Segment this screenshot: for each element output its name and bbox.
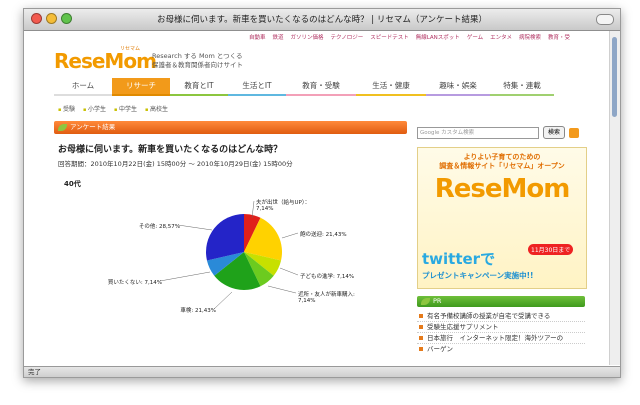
pr-link[interactable]: バーゲン: [417, 344, 585, 354]
search-input[interactable]: Google カスタム検索: [417, 126, 539, 139]
vertical-scrollbar[interactable]: [609, 31, 620, 365]
pr-link[interactable]: 有名予備校講師の授業が自宅で受講できる: [417, 311, 585, 322]
top-nav-item[interactable]: テクノロジー: [331, 33, 364, 41]
top-nav-item[interactable]: 鉄道: [273, 33, 284, 41]
logo-ruby: リセマム: [120, 46, 141, 52]
rss-icon[interactable]: [569, 127, 580, 138]
sub-nav-item[interactable]: 小学生: [83, 104, 106, 113]
nav-tab-home[interactable]: ホーム: [54, 78, 112, 96]
main-nav: ホーム リサーチ 教育とIT 生活とIT 教育・受験 生活・健康 趣味・娯楽 特…: [54, 78, 604, 96]
slice-label: 飽の送迎: 21,43%: [300, 230, 347, 238]
page-viewport: 自動車 鉄道 ガソリン価格 テクノロジー スピードテスト 無線LANスポット ゲ…: [24, 31, 610, 365]
pr-link[interactable]: 受験生応援サプリメント: [417, 322, 585, 333]
sub-nav: 受験 小学生 中学生 高校生: [58, 104, 168, 113]
top-nav-item[interactable]: 無線LANスポット: [416, 33, 460, 41]
answer-period: 回答期間：2010年10月22日(金) 15時00分 〜 2010年10月29日…: [58, 160, 293, 168]
top-nav-item[interactable]: 自動車: [249, 33, 266, 41]
scrollbar-thumb[interactable]: [612, 37, 617, 117]
browser-window: お母様に伺います。新車を買いたくなるのはどんな時？ | リセマム（アンケート結果…: [23, 8, 621, 378]
pie-chart-svg: 夫が出世（給与UP）： 7,14% 飽の送迎: 21,43% 子どもの進学: 7,14…: [108, 198, 357, 314]
pr-link[interactable]: 日本旅行 インターネット限定！海外ツアーの: [417, 333, 585, 344]
leader-line: [279, 267, 299, 276]
search-row: Google カスタム検索 検索: [417, 126, 585, 139]
section-label: アンケート結果: [70, 123, 116, 131]
leader-line: [213, 291, 233, 310]
leader-line: [267, 285, 297, 294]
twitter-logo: twitterで: [422, 250, 496, 268]
promo-banner[interactable]: よりよい子育てのための 調査＆情報サイト「リセマム」オープン ReseMom t…: [417, 147, 587, 289]
leaf-icon: [421, 298, 430, 305]
nav-tab-research[interactable]: リサーチ: [112, 78, 170, 96]
top-nav-item[interactable]: 教育・受: [548, 33, 570, 41]
sub-nav-item[interactable]: 中学生: [114, 104, 137, 113]
toolbar-toggle-button[interactable]: [596, 14, 614, 25]
pr-header: PR: [417, 296, 585, 307]
section-header: アンケート結果: [54, 121, 407, 134]
status-bar: 完了: [24, 366, 620, 377]
slice-label: 夫が出世（給与UP）： 7,14%: [256, 198, 310, 212]
leader-line: [159, 271, 211, 282]
slice-label: 子どもの進学: 7,14%: [300, 272, 354, 280]
nav-tab-exam[interactable]: 教育・受験: [286, 78, 356, 96]
nav-tab-life-it[interactable]: 生活とIT: [228, 78, 286, 96]
nav-tab-edu-it[interactable]: 教育とIT: [170, 78, 228, 96]
slice-label: 車検: 21,43%: [180, 306, 216, 314]
leader-line: [281, 232, 299, 239]
pr-list: 有名予備校講師の授業が自宅で受講できる 受験生応援サプリメント 日本旅行 インタ…: [417, 311, 585, 354]
slice-label: その他: 28,57%: [139, 222, 180, 230]
pr-label: PR: [433, 297, 442, 305]
window-title: お母様に伺います。新車を買いたくなるのはどんな時？ | リセマム（アンケート結果…: [156, 15, 488, 25]
slice-label: 近所・友人が新車購入: 7,14%: [298, 290, 357, 304]
top-nav-item[interactable]: スピードテスト: [370, 33, 409, 41]
banner-logo: ReseMom: [434, 174, 571, 204]
tagline-line-1: Research する Mom とつくる: [152, 52, 243, 60]
nav-tab-health[interactable]: 生活・健康: [356, 78, 426, 96]
top-nav-item[interactable]: 病院検索: [519, 33, 541, 41]
top-nav-item[interactable]: ガソリン価格: [291, 33, 324, 41]
sub-nav-item[interactable]: 高校生: [145, 104, 168, 113]
site-tagline: Research する Mom とつくる 保護者＆教育関係者向けサイト: [152, 52, 243, 70]
top-nav-item[interactable]: ゲーム: [467, 33, 483, 41]
main-content: アンケート結果 お母様に伺います。新車を買いたくなるのはどんな時？ 回答期間：2…: [54, 121, 407, 322]
slice-label: 買いたくない: 7,14%: [108, 279, 162, 286]
site-logo[interactable]: ReseMom: [54, 49, 157, 73]
nav-tab-features[interactable]: 特集・連載: [490, 78, 554, 96]
banner-line-2: 調査＆情報サイト「リセマム」オープン: [439, 162, 565, 170]
campaign-deadline: 11月30日まで: [528, 244, 574, 255]
top-nav: 自動車 鉄道 ガソリン価格 テクノロジー スピードテスト 無線LANスポット ゲ…: [249, 33, 570, 41]
pie-chart: 40代 夫が出世（給与UP）： 7,14% 飽の送迎: 21,43% 子どもの進学: …: [54, 172, 407, 322]
leader-line: [177, 224, 213, 231]
search-button[interactable]: 検索: [543, 126, 566, 139]
nav-tab-hobby[interactable]: 趣味・娯楽: [426, 78, 490, 96]
sidebar: Google カスタム検索 検索 よりよい子育てのための 調査＆情報サイト「リセ…: [417, 126, 587, 354]
question-title: お母様に伺います。新車を買いたくなるのはどんな時？: [58, 145, 283, 155]
tagline-line-2: 保護者＆教育関係者向けサイト: [152, 61, 243, 69]
title-bar: お母様に伺います。新車を買いたくなるのはどんな時？ | リセマム（アンケート結果…: [24, 9, 620, 31]
sub-nav-item[interactable]: 受験: [58, 104, 75, 113]
leaf-icon: [58, 124, 67, 131]
campaign-text: プレゼントキャンペーン実施中!!: [422, 271, 534, 280]
top-nav-item[interactable]: エンタメ: [490, 33, 512, 41]
